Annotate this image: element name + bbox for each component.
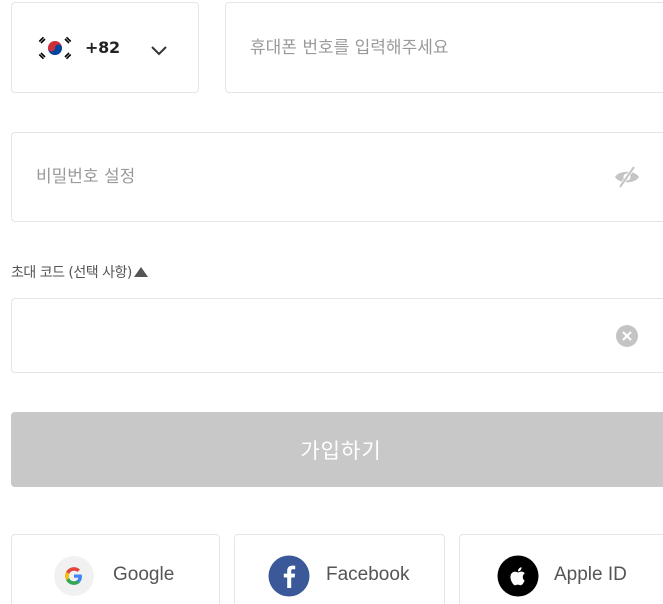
invite-code-toggle[interactable]: 초대 코드 (선택 사항)	[11, 262, 148, 282]
invite-code-label: 초대 코드 (선택 사항)	[11, 265, 132, 281]
phone-input[interactable]	[226, 3, 663, 92]
invite-code-input[interactable]	[12, 299, 663, 372]
facebook-login-button[interactable]: Facebook	[234, 534, 445, 604]
password-field	[11, 132, 663, 222]
country-code-select[interactable]: +82	[11, 2, 199, 93]
password-input[interactable]	[12, 133, 663, 221]
korea-flag-icon	[37, 35, 73, 61]
apple-icon	[497, 555, 539, 597]
eye-off-icon[interactable]	[613, 165, 641, 189]
chevron-down-icon	[150, 42, 168, 55]
triangle-up-icon	[133, 267, 148, 277]
signup-form: +82 초대 코드 (선택 사항)	[0, 0, 663, 604]
clear-circle-icon[interactable]	[615, 324, 639, 348]
google-login-label: Google	[113, 564, 175, 585]
invite-code-field	[11, 298, 663, 373]
facebook-icon	[268, 555, 310, 597]
google-icon	[53, 555, 95, 597]
phone-field	[225, 2, 663, 93]
signup-button[interactable]: 가입하기	[11, 412, 663, 487]
apple-login-button[interactable]: Apple ID	[459, 534, 663, 604]
google-login-button[interactable]: Google	[11, 534, 220, 604]
facebook-login-label: Facebook	[326, 564, 410, 585]
apple-login-label: Apple ID	[554, 564, 627, 585]
country-code-value: +82	[85, 38, 120, 57]
